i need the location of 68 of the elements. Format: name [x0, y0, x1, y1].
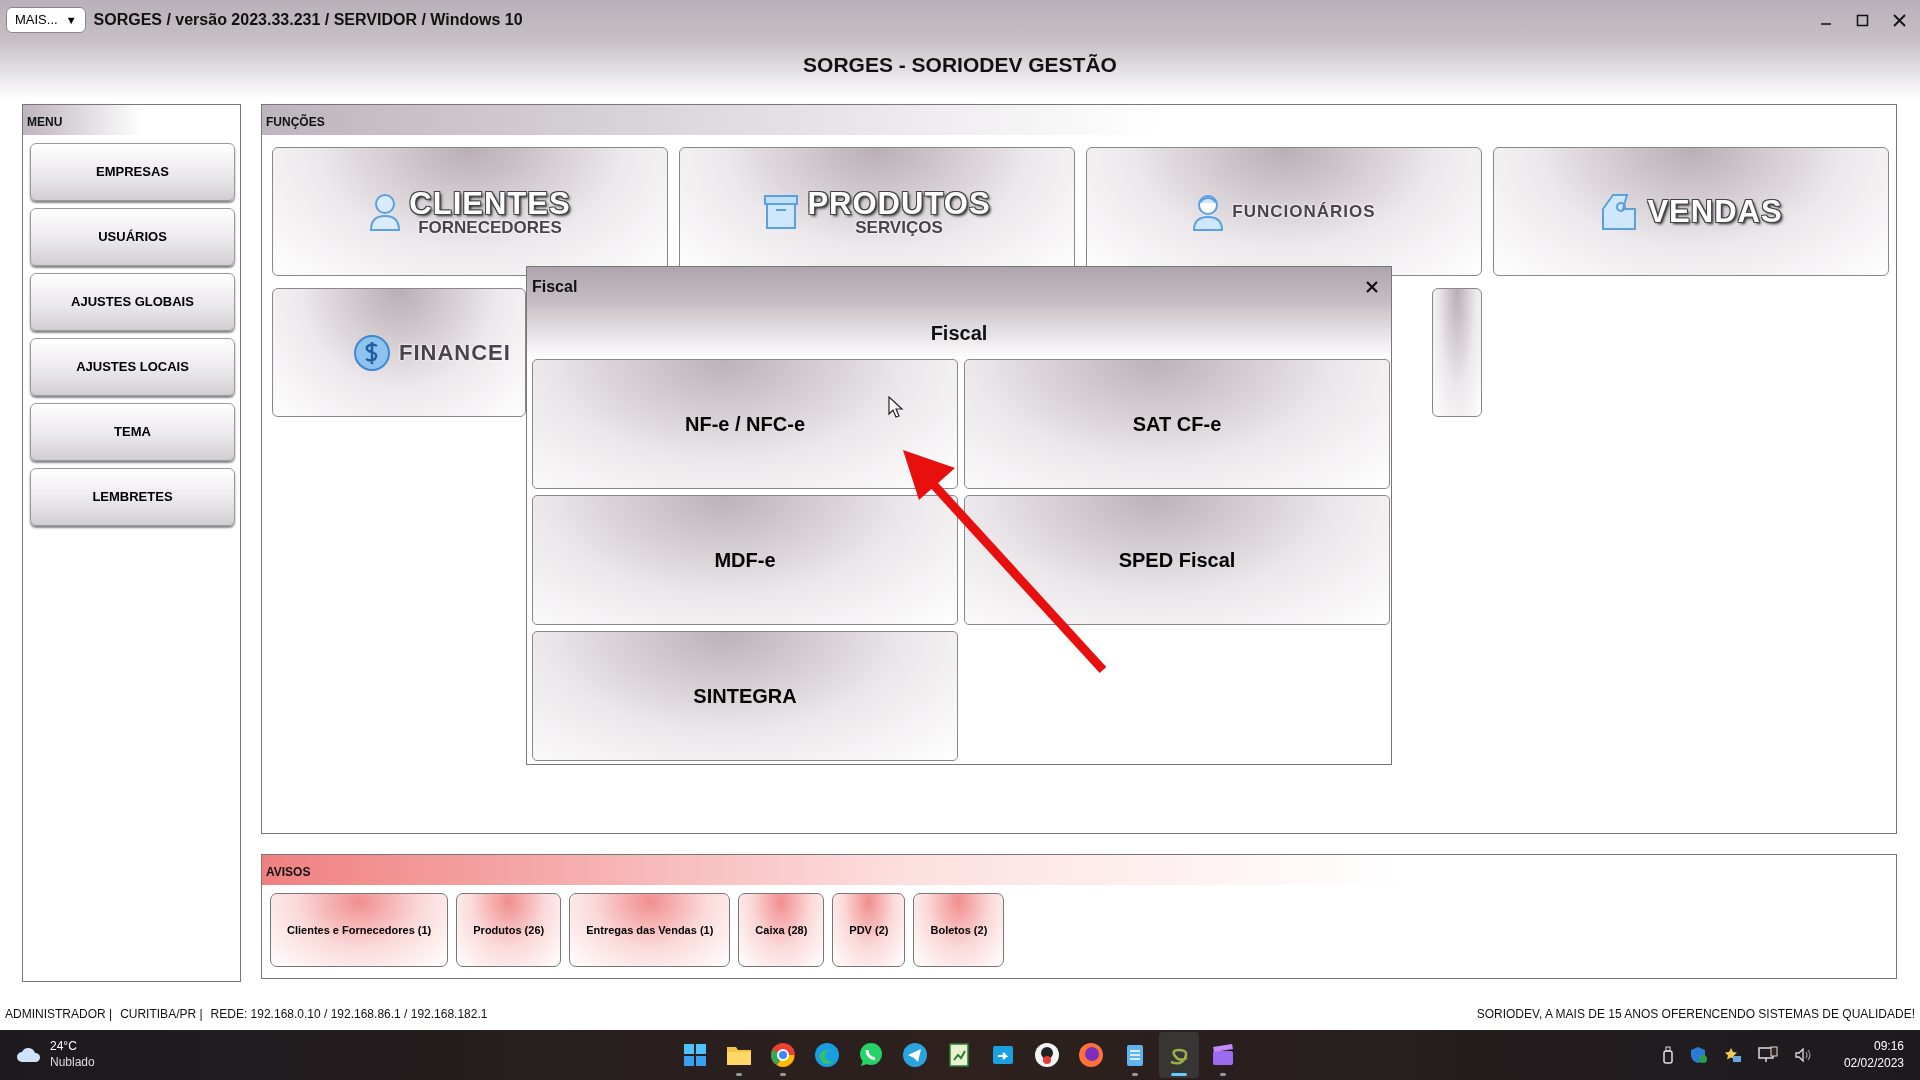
- function-tile[interactable]: [1432, 288, 1482, 417]
- notice-button[interactable]: Boletos (2): [913, 893, 1005, 967]
- tile-title: FUNCIONÁRIOS: [1232, 203, 1376, 220]
- window-title: SORGES / versão 2023.33.231 / SERVIDOR / Windows 10: [93, 10, 523, 30]
- volume-icon[interactable]: [1793, 1047, 1812, 1063]
- fiscal-option-button[interactable]: NF-e / NFC-e: [532, 359, 958, 489]
- fiscal-option-button[interactable]: MDF-e: [532, 495, 958, 625]
- menu-button[interactable]: EMPRESAS: [30, 143, 235, 201]
- menu-button[interactable]: LEMBRETES: [30, 468, 235, 526]
- fiscal-option-button[interactable]: SINTEGRA: [532, 631, 958, 761]
- clock-date[interactable]: 02/02/2023: [1843, 1055, 1904, 1072]
- fox-browser-icon[interactable]: [1078, 1042, 1104, 1068]
- tile-title: VENDAS: [1647, 196, 1783, 227]
- cloud-icon: [16, 1047, 42, 1063]
- wave-browser-icon[interactable]: [814, 1042, 840, 1068]
- weather-condition: Nublado: [50, 1055, 95, 1071]
- tile-subtitle: SERVIÇOS: [855, 218, 943, 236]
- round-app-icon[interactable]: [1034, 1042, 1060, 1068]
- notice-button[interactable]: Caixa (28): [738, 893, 825, 967]
- network-icon[interactable]: [1757, 1046, 1778, 1064]
- chat-bubble-icon[interactable]: [858, 1042, 884, 1068]
- dollar-coin-icon: [353, 333, 391, 372]
- menu-button[interactable]: USUÁRIOS: [30, 208, 235, 266]
- usb-drive-icon[interactable]: [1661, 1046, 1674, 1064]
- menu-panel-title: MENU: [27, 115, 63, 129]
- status-text: CURITIBA/PR |: [120, 1006, 203, 1023]
- clock-time[interactable]: 09:16: [1843, 1038, 1904, 1055]
- menu-button[interactable]: AJUSTES LOCAIS: [30, 338, 235, 396]
- close-icon[interactable]: [1893, 13, 1906, 27]
- worker-icon: [1192, 192, 1225, 231]
- menu-button[interactable]: AJUSTES GLOBAIS: [30, 273, 235, 331]
- shield-icon[interactable]: [1689, 1046, 1708, 1064]
- dialog-heading: Fiscal: [930, 321, 988, 346]
- weather-temperature: 24°C: [50, 1039, 78, 1055]
- fiscal-option-button[interactable]: SAT CF-e: [964, 359, 1390, 489]
- app-header-title: SORGES - SORIODEV GESTÃO: [803, 53, 1117, 76]
- close-icon[interactable]: [1366, 281, 1378, 293]
- chart-document-icon[interactable]: [946, 1042, 972, 1068]
- tile-title: PRODUTOS: [807, 187, 991, 219]
- notice-button[interactable]: PDV (2): [832, 893, 906, 967]
- box-icon: [763, 193, 800, 230]
- function-tile[interactable]: CLIENTES FORNECEDORES: [272, 147, 668, 276]
- star-icon[interactable]: [1723, 1047, 1742, 1063]
- clapperboard-icon[interactable]: [1210, 1042, 1236, 1068]
- tile-title: FINANCEI: [399, 341, 511, 364]
- status-text: ADMINISTRADOR |: [5, 1006, 113, 1023]
- tile-subtitle: FORNECEDORES: [418, 218, 562, 236]
- functions-panel-title: FUNÇÕES: [266, 115, 325, 129]
- browser-icon[interactable]: [770, 1042, 796, 1068]
- start-icon[interactable]: [682, 1042, 708, 1068]
- notice-button[interactable]: Produtos (26): [456, 893, 562, 967]
- notice-button[interactable]: Entregas das Vendas (1): [569, 893, 731, 967]
- function-tile[interactable]: FINANCEI: [272, 288, 526, 417]
- notice-button[interactable]: Clientes e Fornecedores (1): [270, 893, 449, 967]
- mouse-cursor-icon: [888, 396, 904, 418]
- more-menu-button[interactable]: MAIS... ▼: [6, 7, 86, 33]
- menu-button[interactable]: TEMA: [30, 403, 235, 461]
- taskbar-app-button[interactable]: [1159, 1032, 1199, 1078]
- dialog-title: Fiscal: [532, 277, 578, 297]
- status-slogan: SORIODEV, A MAIS DE 15 ANOS OFERENCENDO SISTEMAS DE QUALIDADE!: [1476, 1006, 1915, 1023]
- maximize-icon[interactable]: [1856, 13, 1869, 27]
- person-icon: [369, 192, 402, 231]
- fiscal-option-button[interactable]: SPED Fiscal: [964, 495, 1390, 625]
- notices-panel-title: AVISOS: [266, 865, 311, 879]
- function-tile[interactable]: FUNCIONÁRIOS: [1086, 147, 1482, 276]
- status-text: REDE: 192.168.0.10 / 192.168.86.1 / 192.168.182.1: [210, 1006, 488, 1023]
- paper-plane-icon[interactable]: [902, 1042, 928, 1068]
- tile-title: CLIENTES: [409, 187, 571, 219]
